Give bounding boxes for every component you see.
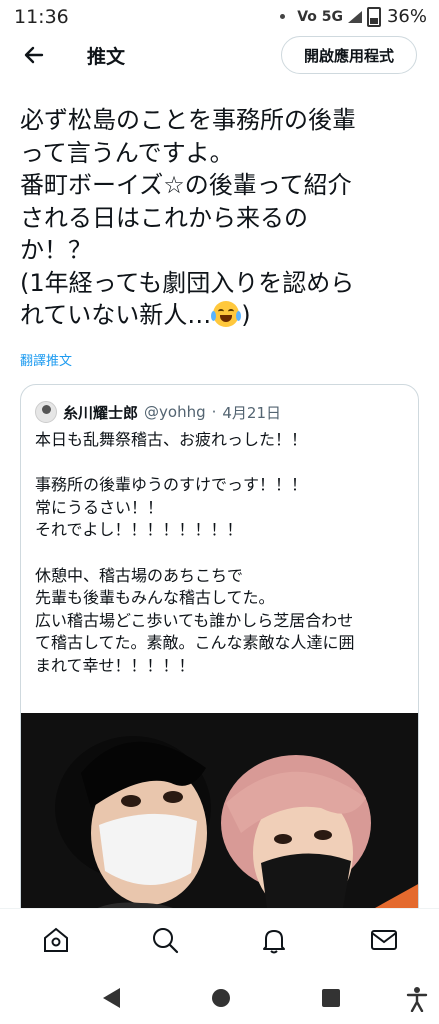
tweet-text: 必ず松島のことを事務所の後輩 って言うんですよ。 番町ボーイズ☆の後輩って紹介 … [20,104,424,332]
home-icon[interactable] [41,925,71,955]
quoted-tweet-header: 糸川耀士郎 @yohhg · 4月21日 [35,401,281,423]
status-icons: Vo 5G 36% [280,6,427,27]
battery-icon [366,6,381,27]
status-bar: 11:36 Vo 5G 36% [0,0,439,36]
quoted-author-name: 糸川耀士郎 [63,403,139,422]
tweet-text-end: ) [241,301,251,329]
messages-icon[interactable] [369,925,399,955]
quoted-separator: · [211,403,217,421]
battery-percent: 36% [386,6,427,27]
tweet-body: 必ず松島のことを事務所の後輩 って言うんですよ。 番町ボーイズ☆の後輩って紹介 … [20,106,356,329]
translate-tweet-link[interactable]: 翻譯推文 [20,350,72,369]
back-arrow-icon[interactable] [22,42,48,68]
quoted-tweet-card[interactable]: 糸川耀士郎 @yohhg · 4月21日 本日も乱舞祭稽古、お疲れっした！！ 事… [20,384,419,944]
bottom-navigation [0,908,439,973]
page-title: 推文 [87,46,126,68]
quoted-tweet-text: 本日も乱舞祭稽古、お疲れっした！！ 事務所の後輩ゆうのすけでっす！！！ 常にうる… [35,430,355,675]
status-time: 11:36 [14,6,69,28]
search-icon[interactable] [150,925,180,955]
quoted-date: 4月21日 [222,403,282,422]
network-label: Vo 5G [297,8,343,25]
system-navigation-bar [0,974,439,1024]
signal-icon [347,10,362,23]
notifications-icon[interactable] [259,925,289,955]
notification-dot-icon [280,14,286,19]
avatar [35,401,57,423]
laughing-crying-emoji-icon [211,301,242,327]
home-circle-icon[interactable] [210,986,232,1010]
accessibility-icon[interactable] [406,986,428,1012]
open-app-button[interactable]: 開啟應用程式 [281,36,417,74]
top-header: 推文 開啟應用程式 [0,36,439,80]
back-triangle-icon[interactable] [100,986,122,1010]
recents-square-icon[interactable] [320,986,342,1010]
quoted-author-handle: @yohhg [144,403,206,421]
